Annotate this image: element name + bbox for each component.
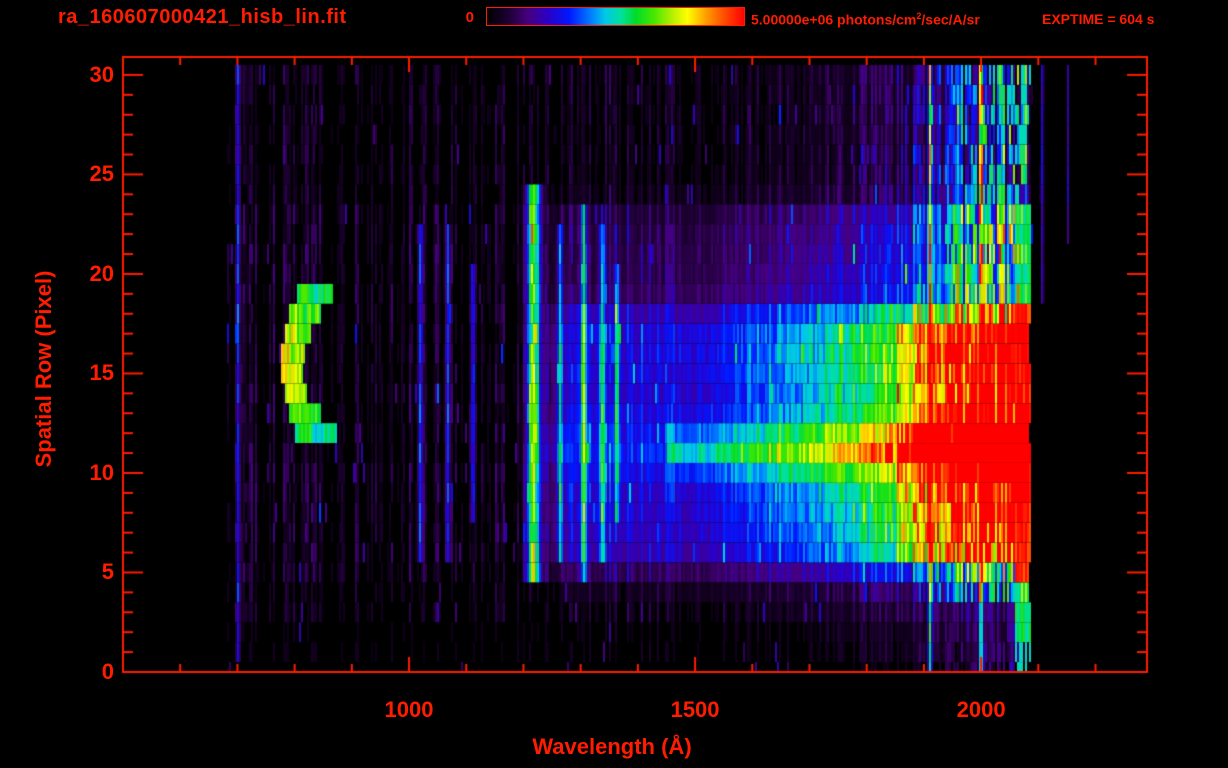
y-tick-label: 30 — [89, 61, 114, 87]
colorbar-max-label: 5.00000e+06 photons/cm2/sec/A/sr — [751, 11, 980, 28]
x-axis-title: Wavelength (Å) — [532, 734, 692, 759]
spectrogram-plot-canvas — [0, 0, 1228, 768]
y-tick-label: 20 — [89, 260, 114, 286]
y-tick-label: 10 — [89, 459, 114, 485]
y-tick-label: 15 — [89, 360, 114, 386]
spectrogram-viewer-window: ra_160607000421_hisb_lin.fit 0 5.00000e+… — [0, 0, 1228, 768]
x-tick-label: 1000 — [384, 697, 434, 722]
x-tick-label: 1500 — [670, 697, 720, 722]
x-tick-label: 2000 — [956, 697, 1006, 722]
y-tick-label: 25 — [89, 161, 114, 187]
colorbar-min-label: 0 — [465, 9, 474, 26]
colorbar-units-suffix: /sec/A/sr — [921, 11, 980, 28]
y-tick-label: 5 — [101, 559, 114, 585]
colorbar — [486, 7, 745, 26]
y-axis-title: Spatial Row (Pixel) — [31, 270, 56, 468]
exptime-label: EXPTIME = 604 s — [1042, 11, 1155, 27]
file-title: ra_160607000421_hisb_lin.fit — [58, 6, 347, 28]
y-tick-label: 0 — [101, 659, 114, 684]
colorbar-max-value: 5.00000e+06 photons/cm — [751, 11, 917, 28]
